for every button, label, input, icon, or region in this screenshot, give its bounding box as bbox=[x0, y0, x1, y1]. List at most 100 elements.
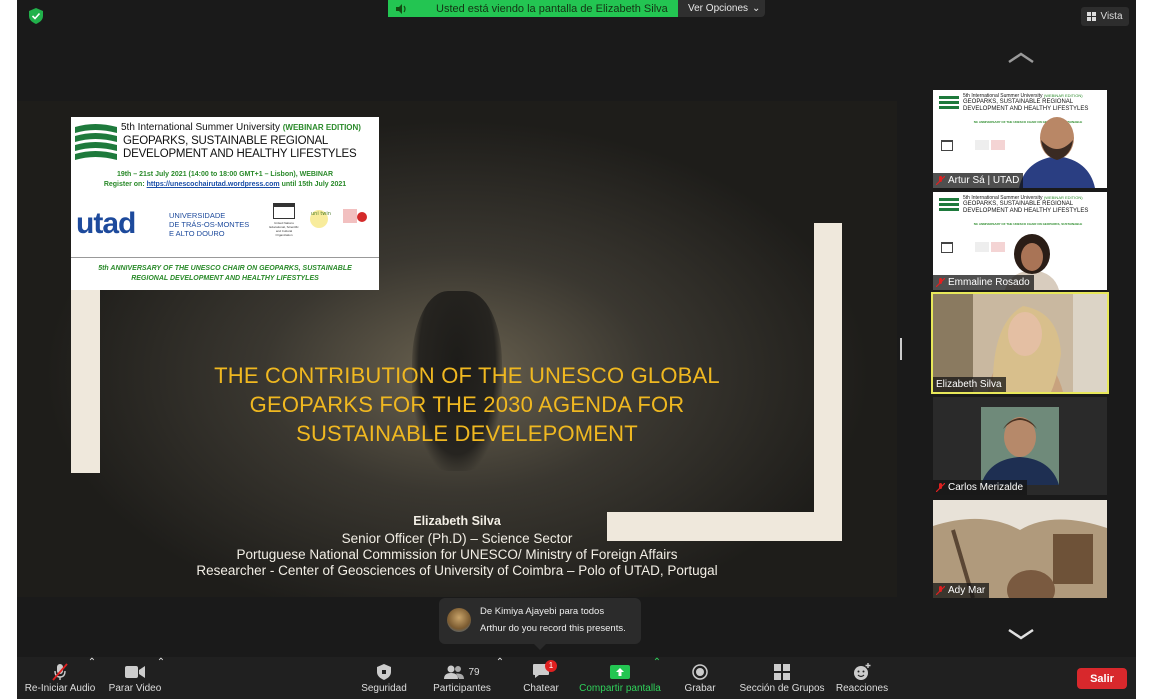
grid-icon bbox=[1087, 12, 1097, 21]
smiley-plus-icon bbox=[854, 663, 871, 680]
mini-anniversary: 5th ANNIVERSARY OF THE UNESCO CHAIR ON G… bbox=[973, 222, 1083, 226]
video-camera-icon bbox=[125, 666, 145, 678]
scroll-up-chevron-icon[interactable] bbox=[1007, 52, 1035, 64]
muted-mic-icon bbox=[936, 586, 945, 595]
slide-title-line1: THE CONTRIBUTION OF THE UNESCO GLOBAL bbox=[214, 363, 720, 388]
share-screen-button[interactable]: Compartir pantalla bbox=[577, 657, 663, 699]
view-label: Vista bbox=[1100, 11, 1123, 22]
participant-name-label: Elizabeth Silva bbox=[933, 377, 1006, 392]
participant-name: Elizabeth Silva bbox=[936, 379, 1002, 390]
speaker-name: Elizabeth Silva bbox=[413, 514, 501, 528]
chat-unread-badge: 1 bbox=[545, 659, 557, 672]
event-logo-box: 5th International Summer University (WEB… bbox=[71, 117, 379, 290]
panel-resize-handle[interactable] bbox=[900, 338, 902, 360]
participant-name-label: Ady Mar bbox=[933, 583, 990, 598]
muted-mic-icon bbox=[936, 176, 945, 185]
event-edition-text: 5th International Summer University bbox=[121, 122, 280, 133]
participant-name-label: Emmaline Rosado bbox=[933, 275, 1034, 290]
event-dates-text: 19th – 21st July 2021 (14:00 to 18:00 GM… bbox=[116, 171, 334, 178]
event-edition-line: 5th International Summer University (WEB… bbox=[121, 122, 361, 133]
chat-label: Chatear bbox=[523, 683, 559, 694]
logo-divider bbox=[71, 257, 379, 258]
video-options-caret-icon[interactable]: ⌃ bbox=[156, 657, 166, 699]
mini-theme-line1: GEOPARKS, SUSTAINABLE REGIONAL bbox=[963, 99, 1074, 105]
partner-logo-icon bbox=[991, 242, 1005, 252]
event-theme-line2: DEVELOPMENT AND HEALTHY LIFESTYLES bbox=[123, 148, 357, 160]
unesco-logo: United Nations Educational, Scientific a… bbox=[267, 203, 301, 237]
audio-options-caret-icon[interactable]: ⌃ bbox=[87, 657, 97, 699]
toast-tail bbox=[534, 644, 546, 650]
record-button[interactable]: Grabar bbox=[677, 657, 723, 699]
unesco-temple-icon bbox=[941, 242, 953, 253]
slide-title-line3: SUSTAINABLE DEVELEPOMENT bbox=[296, 421, 638, 446]
register-suffix: until 15th July 2021 bbox=[281, 181, 347, 188]
leave-meeting-button[interactable]: Salir bbox=[1077, 668, 1127, 689]
speaker-role-line1: Senior Officer (Ph.D) – Science Sector bbox=[341, 531, 573, 546]
security-button[interactable]: Seguridad bbox=[354, 657, 414, 699]
mini-theme-line1: GEOPARKS, SUSTAINABLE REGIONAL bbox=[963, 201, 1074, 207]
participant-tile[interactable]: 5th International Summer University (WEB… bbox=[933, 90, 1107, 188]
participant-name: Ady Mar bbox=[948, 585, 986, 596]
muted-mic-icon bbox=[936, 278, 945, 287]
chat-button[interactable]: 1 Chatear bbox=[517, 657, 565, 699]
breakout-rooms-icon bbox=[774, 664, 790, 680]
university-name: UNIVERSIDADE DE TRÁS-OS-MONTES E ALTO DO… bbox=[169, 211, 249, 238]
unesco-caption: United Nations Educational, Scientific a… bbox=[269, 221, 299, 237]
record-label: Grabar bbox=[684, 683, 716, 694]
participants-button[interactable]: 79 Participantes bbox=[429, 657, 495, 699]
participant-tile-active-speaker[interactable]: Elizabeth Silva bbox=[931, 292, 1109, 394]
university-line2: DE TRÁS-OS-MONTES bbox=[169, 220, 250, 229]
event-theme-line1: GEOPARKS, SUSTAINABLE REGIONAL bbox=[123, 135, 329, 147]
security-shield-icon bbox=[29, 8, 43, 24]
record-icon bbox=[692, 664, 708, 680]
participants-icon bbox=[444, 665, 465, 679]
participant-name: Artur Sá | UTAD bbox=[948, 175, 1020, 186]
participant-tile[interactable]: 5th International Summer University (WEB… bbox=[933, 192, 1107, 290]
anniversary-text: 5th ANNIVERSARY OF THE UNESCO CHAIR ON G… bbox=[71, 264, 379, 284]
view-button[interactable]: Vista bbox=[1081, 7, 1129, 26]
zoom-window: Usted está viendo la pantalla de Elizabe… bbox=[17, 0, 1136, 699]
shield-icon bbox=[377, 664, 391, 680]
anniversary-line1: 5th ANNIVERSARY OF THE UNESCO CHAIR ON G… bbox=[98, 265, 352, 272]
chevron-down-icon: ⌄ bbox=[752, 3, 761, 14]
breakout-rooms-label: Sección de Grupos bbox=[739, 683, 825, 694]
unesco-temple-icon bbox=[273, 203, 295, 219]
university-line1: UNIVERSIDADE bbox=[169, 211, 226, 220]
chat-notification[interactable]: De Kimiya Ajayebi para todos Arthur do y… bbox=[439, 598, 641, 650]
participant-tile[interactable]: Ady Mar bbox=[933, 500, 1107, 598]
participants-caret-icon[interactable]: ⌃ bbox=[495, 657, 505, 699]
green-ribbon-logo-icon bbox=[75, 124, 117, 160]
mini-theme-line2: DEVELOPMENT AND HEALTHY LIFESTYLES bbox=[963, 207, 1089, 214]
participant-name-label: Artur Sá | UTAD bbox=[933, 173, 1024, 188]
participant-name: Emmaline Rosado bbox=[948, 277, 1030, 288]
reactions-button[interactable]: Reacciones bbox=[835, 657, 889, 699]
participant-video-person bbox=[1019, 117, 1095, 188]
register-url: https://unescochairutad.wordpress.com bbox=[146, 181, 280, 188]
participants-label: Participantes bbox=[433, 683, 491, 694]
sender-avatar bbox=[447, 608, 471, 632]
meeting-toolbar: Re-Iniciar Audio ⌃ Parar Video ⌃ Segurid… bbox=[17, 657, 1136, 699]
share-options-caret-icon[interactable]: ⌃ bbox=[652, 657, 662, 699]
green-ribbon-logo-icon bbox=[939, 198, 959, 211]
chat-message: Arthur do you record this presents. bbox=[480, 623, 626, 634]
mini-webinar-text: (WEBINAR EDITION) bbox=[1043, 93, 1083, 98]
participant-video-person bbox=[981, 407, 1059, 485]
participant-name: Carlos Merizalde bbox=[948, 482, 1024, 493]
view-options-label: Ver Opciones bbox=[688, 3, 749, 14]
mini-theme: GEOPARKS, SUSTAINABLE REGIONAL DEVELOPMEN… bbox=[963, 201, 1088, 214]
partner-logo-icon bbox=[991, 140, 1005, 150]
reactions-label: Reacciones bbox=[835, 683, 889, 694]
share-screen-label: Compartir pantalla bbox=[579, 683, 661, 694]
speaker-role-line2: Portuguese National Commission for UNESC… bbox=[236, 547, 678, 562]
breakout-rooms-button[interactable]: Sección de Grupos bbox=[737, 657, 827, 699]
green-ribbon-logo-icon bbox=[939, 96, 959, 109]
participant-tile[interactable]: Carlos Merizalde bbox=[933, 397, 1107, 495]
scroll-down-chevron-icon[interactable] bbox=[1007, 628, 1035, 640]
webinar-edition-text: (WEBINAR EDITION) bbox=[282, 123, 361, 132]
shared-screen: 5th International Summer University (WEB… bbox=[17, 101, 897, 597]
view-options-button[interactable]: Ver Opciones ⌄ bbox=[678, 0, 765, 17]
viewing-text: Usted está viendo la pantalla de Elizabe… bbox=[436, 3, 668, 15]
slide-title: THE CONTRIBUTION OF THE UNESCO GLOBAL GE… bbox=[187, 361, 747, 448]
muted-mic-icon bbox=[936, 483, 945, 492]
participants-count: 79 bbox=[468, 666, 480, 678]
